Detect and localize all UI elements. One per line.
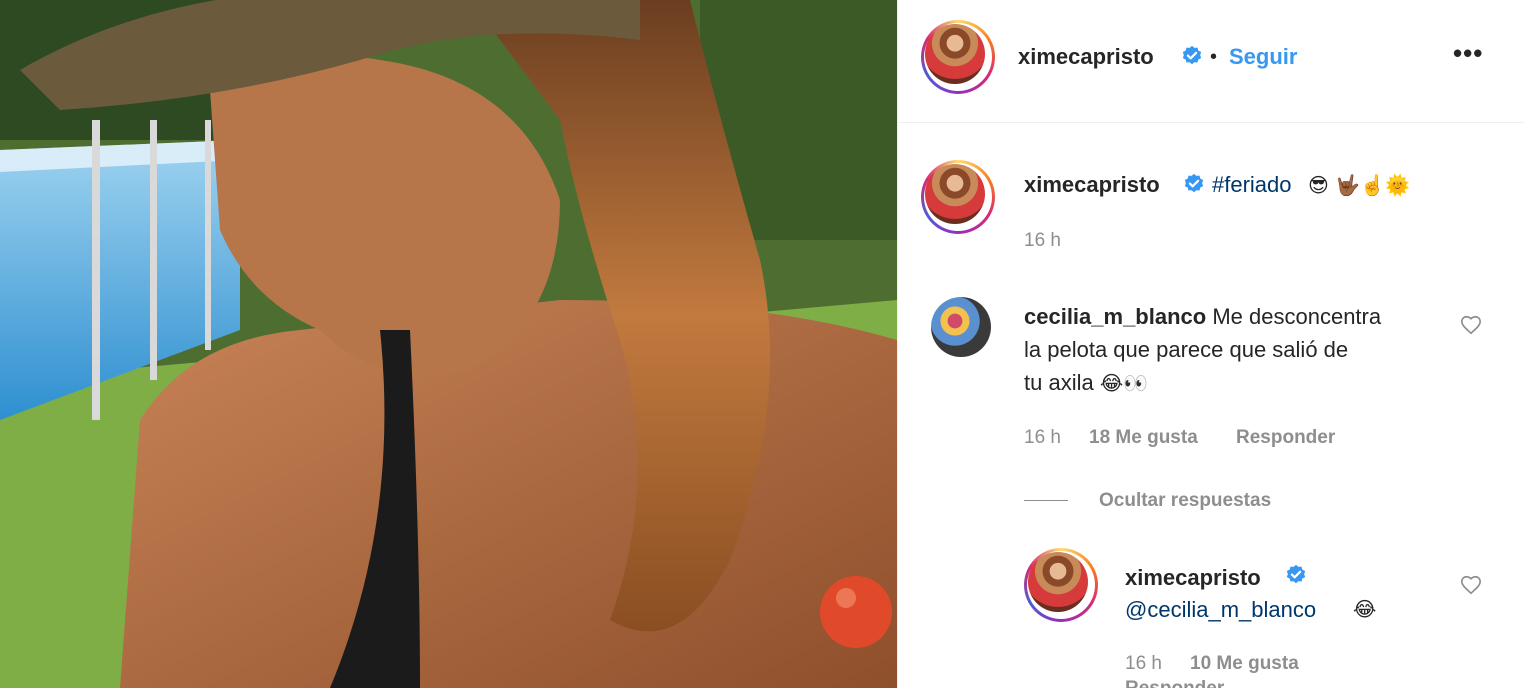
caption-author-username[interactable]: ximecapristo — [1024, 172, 1160, 197]
post-header: ximecapristo • Seguir ••• — [898, 0, 1524, 123]
comment-timestamp[interactable]: 16 h — [1024, 427, 1061, 449]
caption-emojis: 😎 🤟🏾☝️🌞 — [1308, 173, 1410, 197]
verified-badge-icon — [1182, 45, 1202, 65]
comment-text-line3: tu axila — [1024, 370, 1094, 395]
caption-timestamp[interactable]: 16 h — [1024, 230, 1061, 252]
post-photo-illustration — [0, 0, 897, 688]
comment-reply-button[interactable]: Responder — [1236, 427, 1335, 449]
comment-likes-count[interactable]: 18 Me gusta — [1089, 427, 1198, 449]
comment-emojis: 😂👀 — [1099, 371, 1149, 395]
reply-likes-count[interactable]: 10 Me gusta — [1190, 653, 1299, 675]
reply-author-username[interactable]: ximecapristo — [1125, 565, 1261, 591]
caption-author-avatar[interactable] — [921, 160, 995, 234]
more-options-icon[interactable]: ••• — [1453, 38, 1483, 69]
verified-badge-icon — [1184, 173, 1204, 193]
comment-body: cecilia_m_blanco Me desconcentra la pelo… — [1024, 300, 1444, 400]
reply-timestamp[interactable]: 16 h — [1125, 653, 1162, 675]
reply-mention[interactable]: @cecilia_m_blanco — [1125, 597, 1316, 623]
commenter-username[interactable]: cecilia_m_blanco — [1024, 304, 1206, 329]
commenter-avatar[interactable] — [931, 297, 991, 357]
author-avatar[interactable] — [921, 20, 995, 94]
comment-text-line2: la pelota que parece que salió de — [1024, 337, 1349, 362]
hide-replies-button[interactable]: Ocultar respuestas — [1099, 490, 1271, 512]
post-side-panel: ximecapristo • Seguir ••• ximecapristo #… — [897, 0, 1524, 688]
follow-button[interactable]: Seguir — [1229, 44, 1297, 70]
replies-divider-line — [1024, 500, 1068, 501]
author-username[interactable]: ximecapristo — [1018, 44, 1154, 70]
heart-outline-icon[interactable] — [1460, 574, 1482, 596]
reply-author-avatar[interactable] — [1024, 548, 1098, 622]
reply-reply-button[interactable]: Responder — [1125, 678, 1224, 688]
comment-text-line1: Me desconcentra — [1212, 304, 1382, 329]
header-separator: • — [1210, 46, 1218, 68]
reply-emojis: 😂 — [1353, 597, 1377, 621]
heart-outline-icon[interactable] — [1460, 314, 1482, 336]
caption: ximecapristo — [1024, 172, 1160, 198]
post-photo[interactable] — [0, 0, 897, 688]
verified-badge-icon — [1286, 564, 1306, 584]
caption-hashtag[interactable]: #feriado — [1212, 172, 1292, 198]
